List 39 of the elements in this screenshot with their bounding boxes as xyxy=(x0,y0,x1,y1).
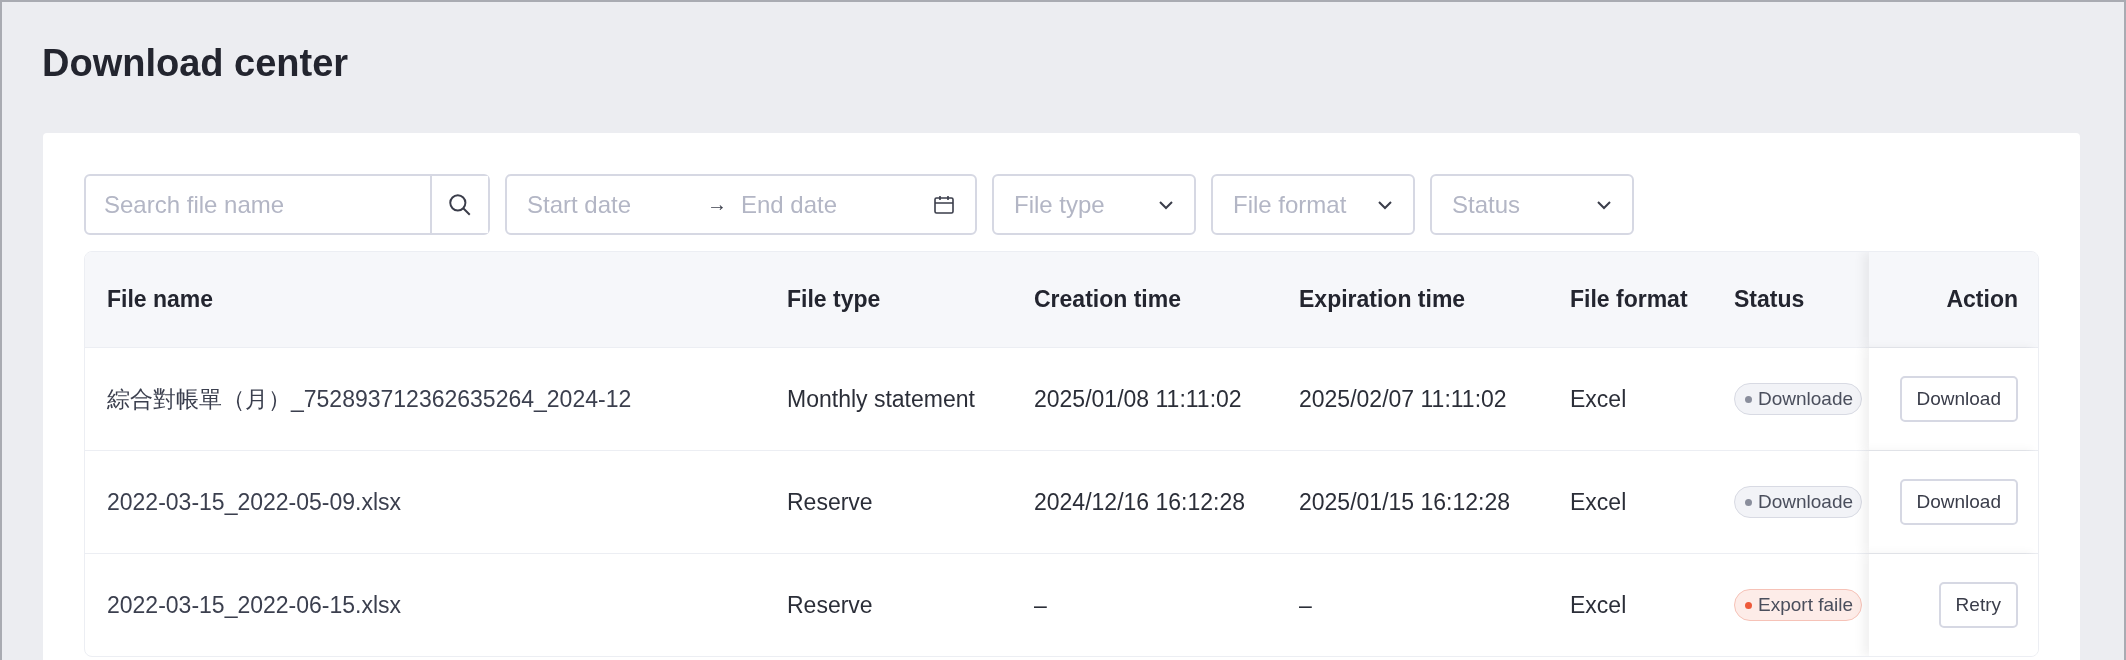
column-header: File format xyxy=(1570,285,1689,314)
status-badge: Downloade xyxy=(1734,383,1863,415)
column-header: File type xyxy=(787,285,882,314)
status-badge: Downloade xyxy=(1734,486,1863,518)
column-header: File name xyxy=(106,285,215,314)
search-field[interactable]: Search file name xyxy=(84,174,490,235)
table-cell-text: 2022-03-15_2022-06-15.xlsx xyxy=(106,590,403,620)
table-cell-text: 2025/01/08 11:11:02 xyxy=(1034,384,1243,414)
action-button[interactable]: Retry xyxy=(1938,582,2018,628)
table-cell-text: Excel xyxy=(1570,384,1628,414)
column-header: Creation time xyxy=(1034,285,1182,314)
date-range-field[interactable]: Start date → End date xyxy=(505,174,977,235)
chevron-down-icon xyxy=(1158,199,1174,210)
table-cell-text: Excel xyxy=(1570,590,1628,620)
table-cell-text: – xyxy=(1299,590,1313,620)
table-cell-text: Monthly statement xyxy=(787,384,976,414)
column-header: Expiration time xyxy=(1299,285,1467,314)
table-cell-text: 2025/01/15 16:12:28 xyxy=(1299,487,1512,517)
search-icon xyxy=(447,191,473,218)
search-input[interactable]: Search file name xyxy=(86,176,430,233)
table-cell-text: 2025/02/07 11:11:02 xyxy=(1299,384,1508,414)
column-header: Action xyxy=(1869,252,2038,347)
calendar-icon xyxy=(933,193,955,216)
table-cell-text: 綜合對帳單（月）_752893712362635264_2024-12 xyxy=(106,384,633,414)
table-cell-text: – xyxy=(1034,590,1048,620)
action-button[interactable]: Download xyxy=(1899,479,2018,525)
page-title: Download center xyxy=(41,41,350,86)
chevron-down-icon xyxy=(1596,199,1612,210)
table-cell-text: 2022-03-15_2022-05-09.xlsx xyxy=(106,487,403,517)
table-cell-text: Excel xyxy=(1570,487,1628,517)
column-header: Status xyxy=(1734,285,1806,314)
action-button[interactable]: Download xyxy=(1899,376,2018,422)
table-cell-text: Reserve xyxy=(787,487,874,517)
range-arrow: → xyxy=(707,193,728,216)
table-cell-text: 2024/12/16 16:12:28 xyxy=(1034,487,1247,517)
table-cell-text: Reserve xyxy=(787,590,874,620)
status-badge: Export faile xyxy=(1734,589,1863,621)
search-button[interactable] xyxy=(430,176,488,233)
chevron-down-icon xyxy=(1377,199,1393,210)
